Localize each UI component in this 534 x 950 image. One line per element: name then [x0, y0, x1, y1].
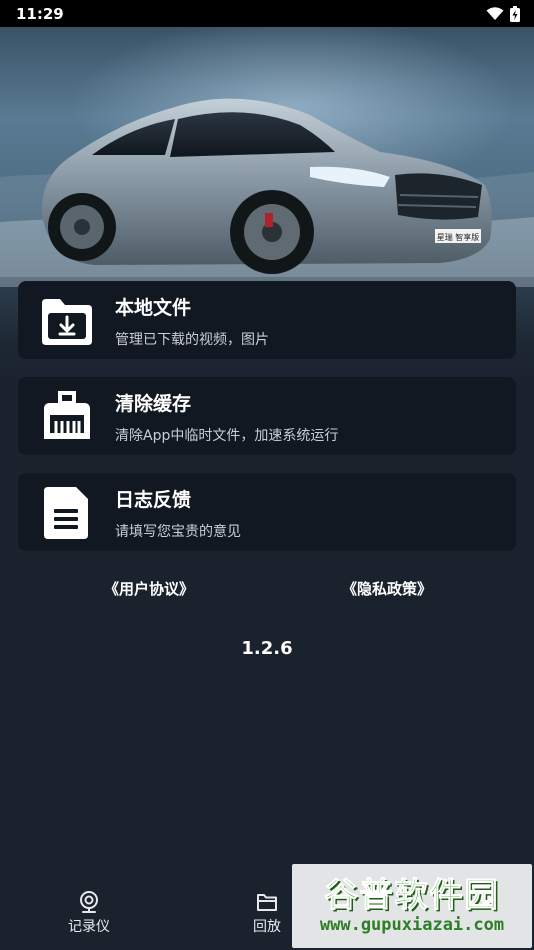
- document-icon: [44, 487, 88, 539]
- card-title: 清除缓存: [115, 393, 192, 415]
- privacy-policy-link[interactable]: 《隐私政策》: [342, 578, 432, 599]
- wifi-icon: [486, 6, 504, 20]
- status-bar: 11:29: [0, 0, 534, 27]
- feedback-card[interactable]: 日志反馈 请填写您宝贵的意见: [18, 473, 516, 551]
- folder-download-icon: [42, 299, 92, 345]
- plate-text: 星瑞 智享版: [437, 232, 480, 242]
- status-time: 11:29: [16, 4, 64, 23]
- card-subtitle: 请填写您宝贵的意见: [115, 524, 241, 540]
- battery-icon: [510, 5, 520, 22]
- card-title: 日志反馈: [115, 489, 192, 511]
- watermark-title: 谷普软件园: [324, 875, 500, 914]
- status-icons: [486, 5, 520, 22]
- card-subtitle: 管理已下载的视频，图片: [115, 332, 269, 348]
- camera-icon: [80, 891, 98, 913]
- clear-cache-card[interactable]: 清除缓存 清除App中临时文件，加速系统运行: [18, 377, 516, 455]
- card-title: 本地文件: [115, 297, 192, 319]
- nav-item-recorder[interactable]: 记录仪: [44, 890, 134, 936]
- cleaning-brush-icon: [44, 391, 90, 439]
- agreement-links: 《用户协议》 《隐私政策》: [0, 578, 534, 602]
- folder-icon: [257, 894, 277, 911]
- app-version: 1.2.6: [241, 638, 293, 659]
- card-subtitle: 清除App中临时文件，加速系统运行: [115, 428, 339, 444]
- user-agreement-link[interactable]: 《用户协议》: [104, 578, 194, 599]
- watermark-url: www.gupuxiazai.com: [319, 915, 505, 935]
- nav-label: 记录仪: [68, 919, 110, 935]
- watermark: 谷普软件园 www.gupuxiazai.com: [292, 864, 532, 948]
- local-files-card[interactable]: 本地文件 管理已下载的视频，图片: [18, 281, 516, 359]
